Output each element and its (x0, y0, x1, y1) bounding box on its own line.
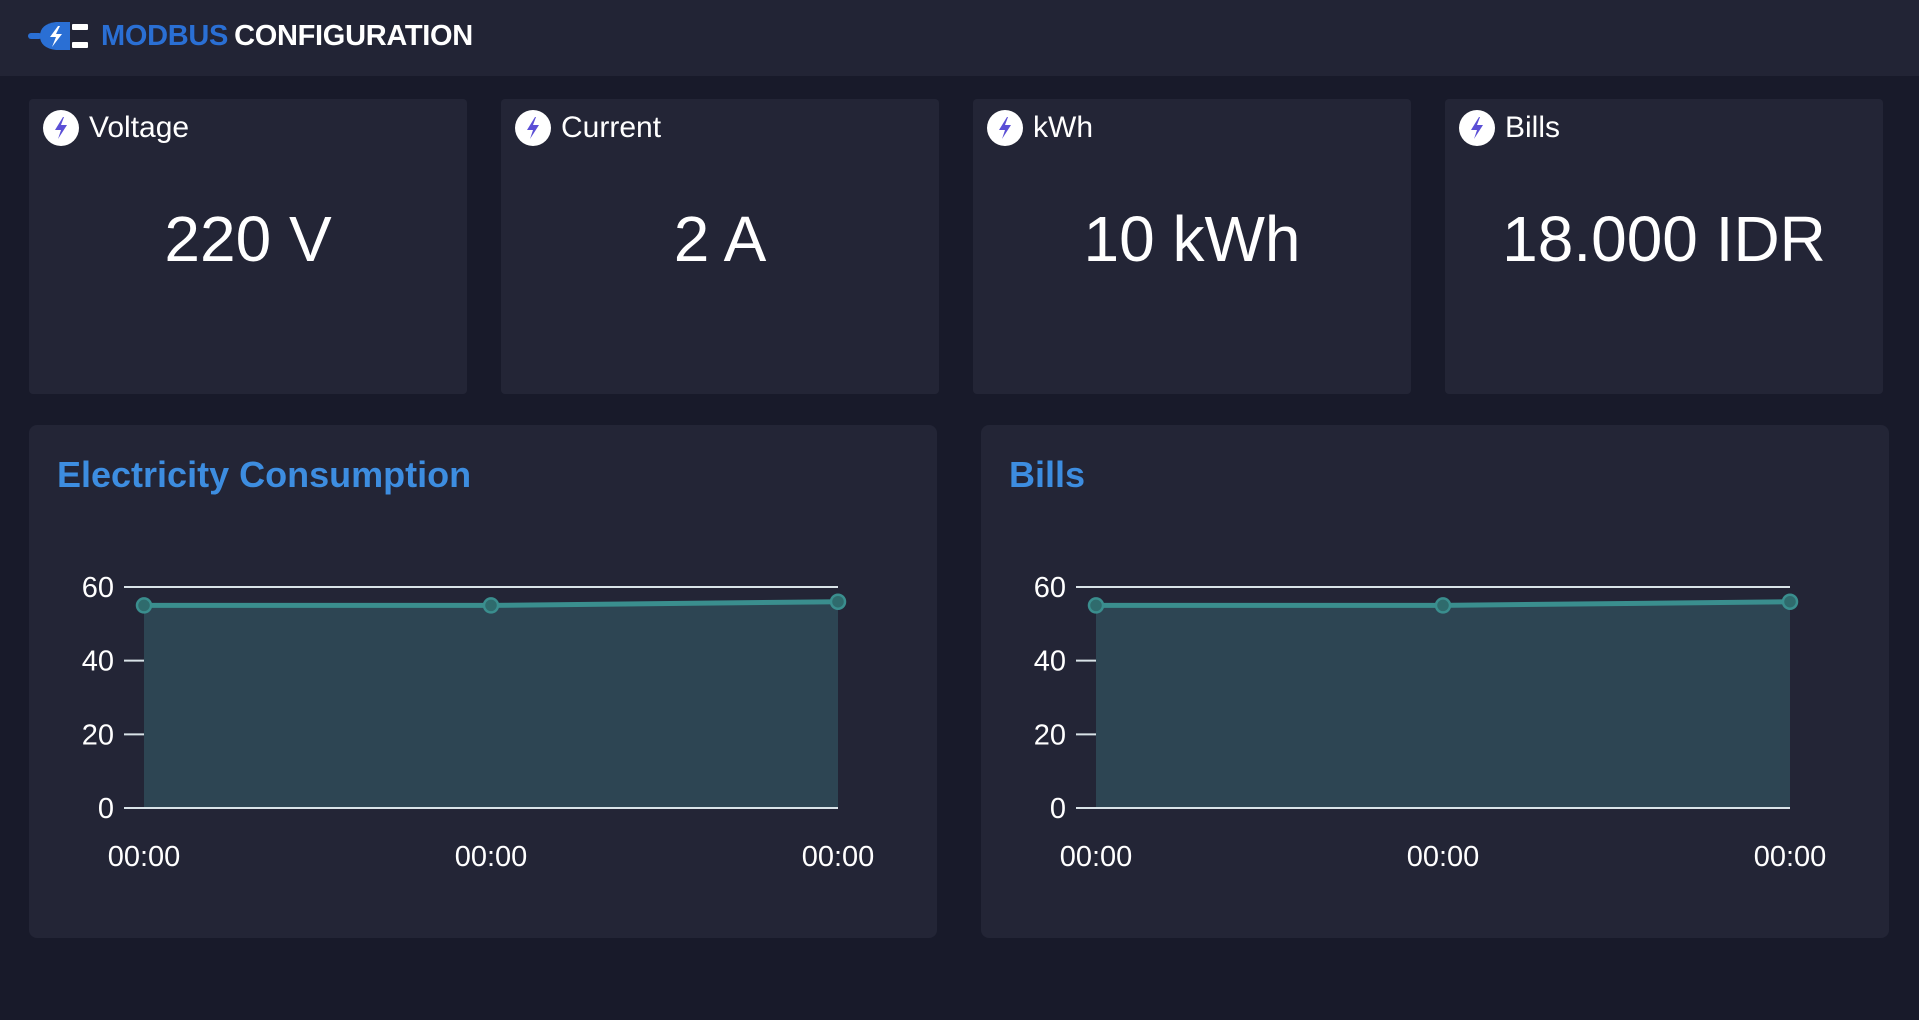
series-area (144, 601, 838, 808)
bills-chart: 0 20 40 60 00:00 00:00 00:00 (1034, 572, 1827, 873)
electricity-consumption-chart-card: Electricity Consumption 0 20 40 60 00:00 00:0… (29, 425, 937, 938)
electricity-consumption-chart: 0 20 40 60 00:00 00:00 00:00 (82, 572, 875, 873)
data-point (829, 593, 847, 610)
y-tick-label: 20 (82, 719, 114, 751)
x-tick-label: 00:00 (1754, 841, 1827, 873)
top-bar: MODBUS CONFIGURATION (0, 0, 1919, 76)
power-plug-bolt-icon (28, 22, 88, 50)
current-card: Current 2 A (501, 99, 939, 394)
bills-label: Bills (1505, 111, 1561, 144)
bolt-icon (987, 110, 1023, 146)
y-tick-label: 40 (82, 646, 114, 678)
current-label: Current (561, 111, 662, 144)
kwh-card-header: kWh (987, 110, 1093, 146)
kwh-label: kWh (1033, 111, 1093, 144)
data-point (1434, 597, 1452, 614)
brand-part-modbus: MODBUS (101, 20, 229, 52)
series-area (1096, 601, 1790, 808)
kwh-value: 10 kWh (1083, 203, 1301, 275)
data-point (135, 597, 153, 614)
y-tick-label: 20 (1034, 719, 1066, 751)
x-tick-label: 00:00 (802, 841, 875, 873)
voltage-card-header: Voltage (43, 110, 189, 146)
voltage-label: Voltage (89, 111, 190, 144)
kwh-card: kWh 10 kWh (973, 99, 1411, 394)
voltage-value: 220 V (164, 203, 332, 275)
data-point (482, 597, 500, 614)
bills-chart-card: Bills 0 20 40 60 00:00 00:00 00:00 (981, 425, 1889, 938)
y-tick-label: 0 (1050, 793, 1066, 825)
current-card-header: Current (515, 110, 661, 146)
x-tick-label: 00:00 (455, 841, 528, 873)
y-tick-label: 60 (1034, 572, 1066, 604)
bills-card: Bills 18.000 IDR (1445, 99, 1883, 394)
app-title: MODBUS CONFIGURATION (101, 19, 473, 53)
bolt-icon (43, 110, 79, 146)
bills-card-header: Bills (1459, 110, 1560, 146)
y-tick-label: 60 (82, 572, 114, 604)
x-tick-label: 00:00 (1407, 841, 1480, 873)
x-tick-label: 00:00 (1060, 841, 1133, 873)
y-tick-label: 0 (98, 793, 114, 825)
data-point (1781, 593, 1799, 610)
bolt-icon (1459, 110, 1495, 146)
y-tick-label: 40 (1034, 646, 1066, 678)
data-point (1087, 597, 1105, 614)
x-tick-label: 00:00 (108, 841, 181, 873)
voltage-card: Voltage 220 V (29, 99, 467, 394)
bolt-icon (515, 110, 551, 146)
current-value: 2 A (673, 203, 767, 275)
bills-value: 18.000 IDR (1502, 203, 1826, 275)
brand-part-configuration: CONFIGURATION (234, 20, 473, 52)
